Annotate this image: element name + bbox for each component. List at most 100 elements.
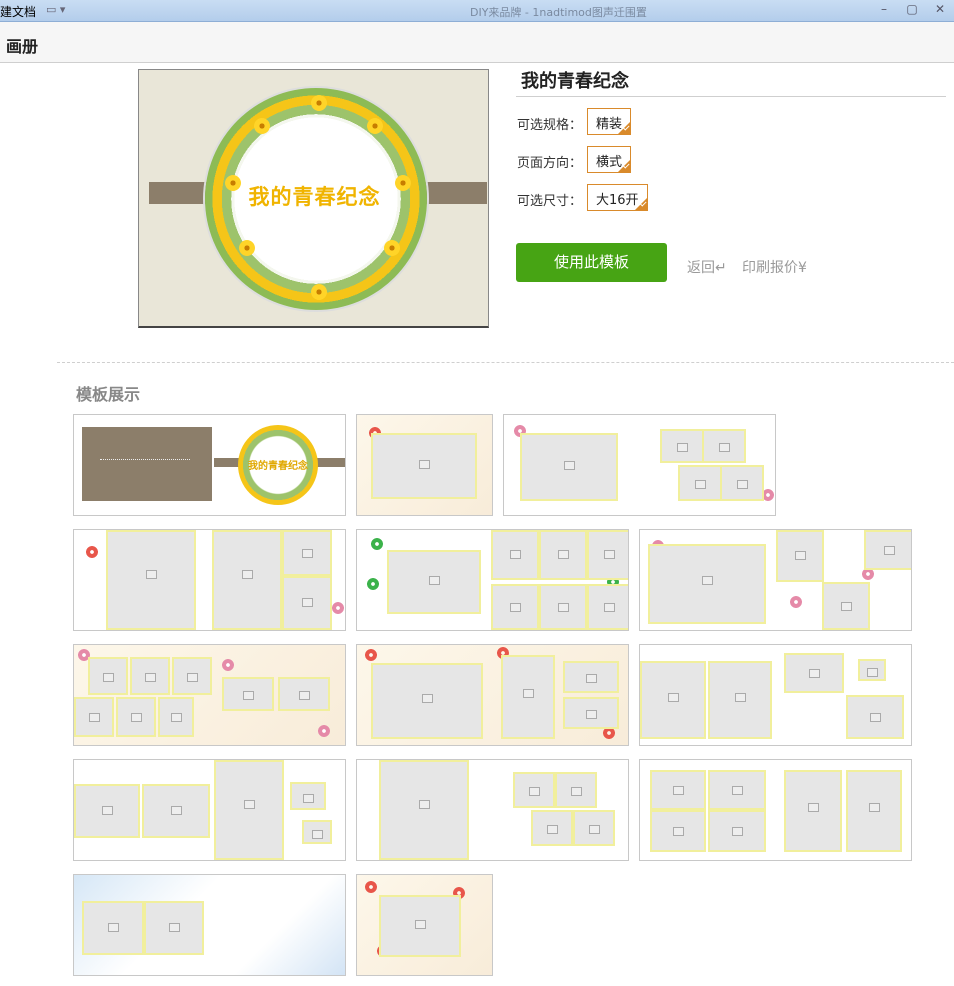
flower-icon	[332, 602, 344, 614]
image-placeholder-icon	[846, 770, 902, 852]
template-thumb[interactable]	[73, 874, 346, 976]
quick-access-icons[interactable]: ▭ ▾	[46, 3, 65, 16]
binding-option[interactable]: 精装	[587, 108, 632, 135]
image-placeholder-icon	[74, 784, 140, 838]
image-placeholder-icon	[563, 697, 619, 729]
image-placeholder-icon	[776, 530, 824, 582]
image-placeholder-icon	[555, 772, 597, 808]
close-icon[interactable]: ✕	[932, 2, 948, 16]
flower-icon	[365, 881, 377, 893]
product-title: 我的青春纪念	[521, 71, 629, 92]
size-option[interactable]: 大16开	[587, 184, 648, 211]
image-placeholder-icon	[708, 810, 766, 852]
flower-icon	[367, 578, 379, 590]
template-thumb[interactable]	[356, 414, 493, 516]
checkmark-icon	[634, 198, 647, 210]
template-thumb[interactable]: 我的青春纪念	[73, 414, 346, 516]
maximize-icon[interactable]: ▢	[904, 2, 920, 16]
template-thumb[interactable]	[356, 644, 629, 746]
image-placeholder-icon	[144, 901, 204, 955]
template-thumb[interactable]	[356, 759, 629, 861]
flower-icon	[86, 546, 98, 558]
flower-icon	[384, 240, 400, 256]
image-placeholder-icon	[290, 782, 326, 810]
image-placeholder-icon	[387, 550, 481, 614]
template-thumb[interactable]	[356, 529, 629, 631]
image-placeholder-icon	[784, 770, 842, 852]
image-placeholder-icon	[708, 661, 772, 739]
title-divider	[516, 96, 946, 97]
image-placeholder-icon	[282, 576, 332, 630]
image-placeholder-icon	[302, 820, 332, 844]
image-placeholder-icon	[587, 584, 628, 630]
template-thumb[interactable]	[639, 529, 912, 631]
orientation-option[interactable]: 横式	[587, 146, 632, 173]
image-placeholder-icon	[491, 530, 539, 580]
flower-icon	[318, 725, 330, 737]
image-placeholder-icon	[214, 760, 284, 860]
image-placeholder-icon	[678, 465, 722, 501]
orientation-label: 页面方向：	[517, 156, 583, 171]
flower-icon	[365, 649, 377, 661]
image-placeholder-icon	[74, 697, 114, 737]
image-placeholder-icon	[371, 663, 483, 739]
gallery-title: 模板展示	[76, 385, 141, 404]
template-decoration	[82, 427, 212, 501]
flower-icon	[254, 118, 270, 134]
checkmark-icon	[618, 122, 631, 134]
size-label: 可选尺寸：	[517, 194, 583, 209]
image-placeholder-icon	[587, 530, 628, 580]
image-placeholder-icon	[88, 657, 128, 695]
image-placeholder-icon	[106, 530, 196, 630]
image-placeholder-icon	[371, 433, 477, 499]
template-decoration	[100, 459, 190, 462]
template-thumb[interactable]	[639, 644, 912, 746]
flower-icon	[311, 284, 327, 300]
print-price-link[interactable]: 印刷报价¥	[742, 257, 807, 277]
window-controls: – ▢ ✕	[876, 2, 948, 16]
size-value: 大16开	[596, 193, 639, 208]
image-placeholder-icon	[864, 530, 911, 570]
image-placeholder-icon	[539, 530, 587, 580]
image-placeholder-icon	[520, 433, 618, 501]
album-cover-preview: 我的青春纪念	[138, 69, 489, 328]
template-thumb[interactable]	[356, 874, 493, 976]
image-placeholder-icon	[650, 770, 706, 810]
image-placeholder-icon	[278, 677, 330, 711]
use-template-button[interactable]: 使用此模板	[516, 243, 667, 282]
window-title: DIY来品牌 - 1nadtimod图声迁围置	[470, 6, 647, 19]
image-placeholder-icon	[491, 584, 539, 630]
back-link[interactable]: 返回↵	[687, 257, 727, 277]
flower-icon	[790, 596, 802, 608]
image-placeholder-icon	[116, 697, 156, 737]
template-thumb[interactable]	[73, 759, 346, 861]
image-placeholder-icon	[513, 772, 555, 808]
window-doc-label: 建文档	[0, 5, 37, 19]
image-placeholder-icon	[212, 530, 282, 630]
page-header: 画册	[0, 22, 954, 63]
template-thumb[interactable]	[503, 414, 776, 516]
image-placeholder-icon	[501, 655, 555, 739]
image-placeholder-icon	[142, 784, 210, 838]
template-thumb-title: 我的青春纪念	[248, 461, 308, 472]
image-placeholder-icon	[640, 661, 706, 739]
flower-icon	[367, 118, 383, 134]
template-thumb[interactable]	[73, 529, 346, 631]
image-placeholder-icon	[650, 810, 706, 852]
image-placeholder-icon	[784, 653, 844, 693]
template-thumb[interactable]	[73, 644, 346, 746]
image-placeholder-icon	[158, 697, 194, 737]
image-placeholder-icon	[846, 695, 904, 739]
window-titlebar: 建文档 ▭ ▾ DIY来品牌 - 1nadtimod图声迁围置 – ▢ ✕	[0, 0, 954, 22]
image-placeholder-icon	[282, 530, 332, 576]
image-placeholder-icon	[858, 659, 886, 681]
image-placeholder-icon	[648, 544, 766, 624]
image-placeholder-icon	[379, 895, 461, 957]
image-placeholder-icon	[172, 657, 212, 695]
flower-icon	[311, 95, 327, 111]
minimize-icon[interactable]: –	[876, 2, 892, 16]
template-thumb[interactable]	[639, 759, 912, 861]
image-placeholder-icon	[379, 760, 469, 860]
image-placeholder-icon	[531, 810, 573, 846]
image-placeholder-icon	[539, 584, 587, 630]
